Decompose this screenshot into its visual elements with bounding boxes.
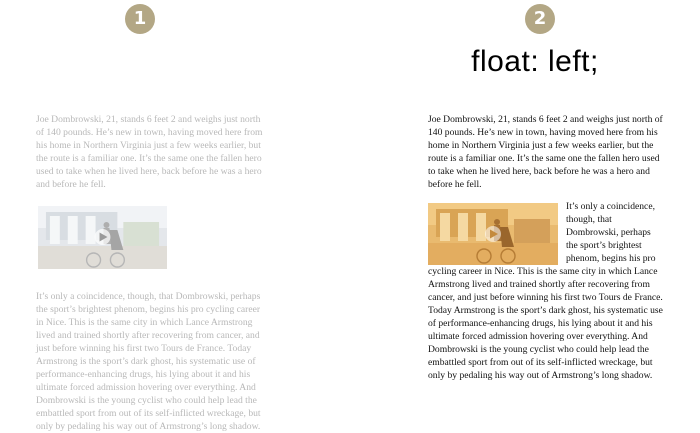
panel-1-video-thumbnail[interactable]	[38, 206, 167, 269]
panel-1-paragraph-2: It’s only a coincidence, though, that Do…	[36, 291, 261, 432]
panel-2-video-thumbnail[interactable]	[428, 203, 558, 265]
video-play-icon	[485, 226, 501, 242]
panel-1-article: Joe Dombrowski, 21, stands 6 feet 2 and …	[36, 113, 266, 433]
step-2-badge: 2	[525, 4, 555, 34]
panel-2-paragraph-1: Joe Dombrowski, 21, stands 6 feet 2 and …	[428, 114, 663, 190]
video-play-icon	[94, 229, 111, 245]
step-1-badge: 1	[125, 4, 155, 34]
panel-2-title: float: left;	[471, 45, 599, 78]
panel-2-article: Joe Dombrowski, 21, stands 6 feet 2 and …	[428, 113, 663, 382]
panel-1-paragraph-1: Joe Dombrowski, 21, stands 6 feet 2 and …	[36, 114, 263, 190]
